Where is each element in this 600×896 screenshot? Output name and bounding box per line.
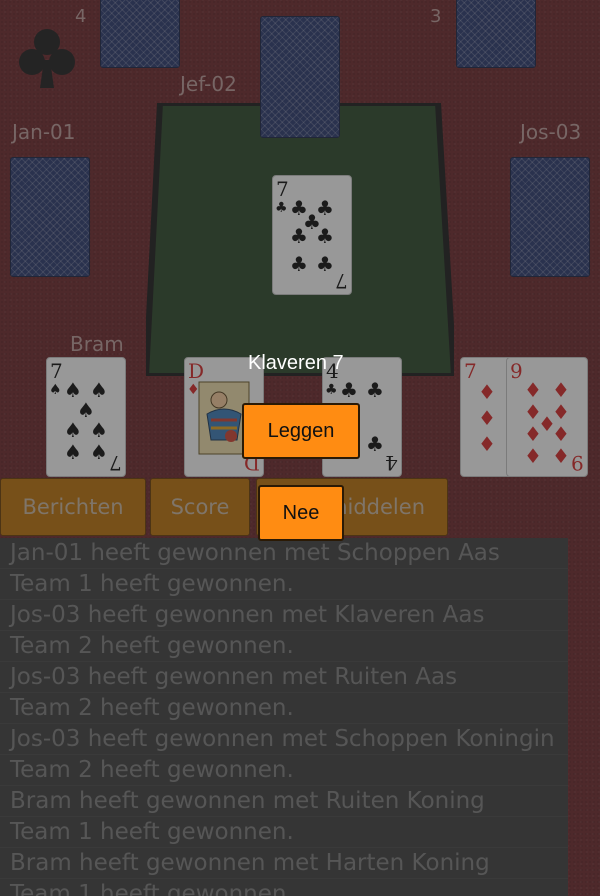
diamond-icon: ♦ <box>478 432 496 456</box>
log-line: Jos-03 heeft gewonnen met Klaveren Aas <box>0 600 568 631</box>
log-line: Jan-01 heeft gewonnen met Schoppen Aas <box>0 538 568 569</box>
messages-button[interactable]: Berichten <box>0 478 146 536</box>
club-icon: ♣ <box>366 378 384 402</box>
log-line: Team 1 heeft gewonnen. <box>0 879 568 896</box>
diamond-icon: ♦ <box>478 406 496 430</box>
spade-icon: ♠ <box>77 398 95 422</box>
log-line: Jos-03 heeft gewonnen met Schoppen Konin… <box>0 724 568 755</box>
trump-club-icon <box>12 22 82 92</box>
opponent-top-left-hand <box>100 0 180 68</box>
top-right-count: 3 <box>430 6 442 27</box>
player-top-name: Jef-02 <box>180 72 237 96</box>
log-line: Bram heeft gewonnen met Harten Koning <box>0 848 568 879</box>
spade-icon: ♠ <box>90 418 108 442</box>
diamond-icon: ♦ <box>552 378 570 402</box>
trick-card: 7 ♣ ♣ ♣ ♣ ♣ ♣ ♣ ♣ 7 <box>272 175 352 295</box>
opponent-right-hand <box>510 157 590 277</box>
club-icon: ♣ <box>325 382 338 398</box>
message-log[interactable]: Jan-01 heeft gewonnen met Schoppen Aas T… <box>0 538 568 896</box>
log-line: Bram heeft gewonnen met Ruiten Koning <box>0 786 568 817</box>
log-line: Team 1 heeft gewonnen. <box>0 817 568 848</box>
player-right-name: Jos-03 <box>520 120 582 144</box>
diamond-icon: ♦ <box>524 378 542 402</box>
spade-icon: ♠ <box>49 382 62 398</box>
trick-card-rank: 7 <box>276 177 289 201</box>
log-line: Jos-03 heeft gewonnen met Ruiten Aas <box>0 662 568 693</box>
log-line: Team 2 heeft gewonnen. <box>0 755 568 786</box>
club-icon: ♣ <box>316 252 334 276</box>
diamond-icon: ♦ <box>524 444 542 468</box>
spade-icon: ♠ <box>64 418 82 442</box>
trick-card-rank-bottom: 7 <box>335 269 348 293</box>
club-icon: ♣ <box>290 252 308 276</box>
hand-card-1[interactable]: 7 ♠ ♠ ♠ ♠ ♠ ♠ ♠ ♠ 7 <box>46 357 126 477</box>
spade-icon: ♠ <box>90 440 108 464</box>
play-card-button[interactable]: Leggen <box>242 403 360 459</box>
diamond-icon: ♦ <box>524 422 542 446</box>
popup-title: Klaveren 7 <box>248 352 344 374</box>
hand-card-5[interactable]: 9 ♦ ♦ ♦ ♦ ♦ ♦ ♦ ♦ ♦ 9 <box>506 357 588 477</box>
player-bottom-name: Bram <box>70 332 124 356</box>
opponent-top-hand <box>260 16 340 138</box>
opponent-left-hand <box>10 157 90 277</box>
diamond-icon: ♦ <box>552 444 570 468</box>
no-button[interactable]: Nee <box>258 485 344 541</box>
spade-icon: ♠ <box>64 440 82 464</box>
opponent-top-right-hand <box>456 0 536 68</box>
club-icon: ♣ <box>366 432 384 456</box>
club-icon: ♣ <box>275 200 288 216</box>
spade-icon: ♠ <box>64 378 82 402</box>
log-line: Team 1 heeft gewonnen. <box>0 569 568 600</box>
club-icon: ♣ <box>340 378 358 402</box>
log-line: Team 2 heeft gewonnen. <box>0 693 568 724</box>
club-icon: ♣ <box>303 210 321 234</box>
diamond-icon: ♦ <box>552 422 570 446</box>
top-left-count: 4 <box>75 6 87 27</box>
score-button[interactable]: Score <box>150 478 250 536</box>
spade-icon: ♠ <box>90 378 108 402</box>
diamond-icon: ♦ <box>478 380 496 404</box>
player-left-name: Jan-01 <box>12 120 76 144</box>
log-line: Team 2 heeft gewonnen. <box>0 631 568 662</box>
